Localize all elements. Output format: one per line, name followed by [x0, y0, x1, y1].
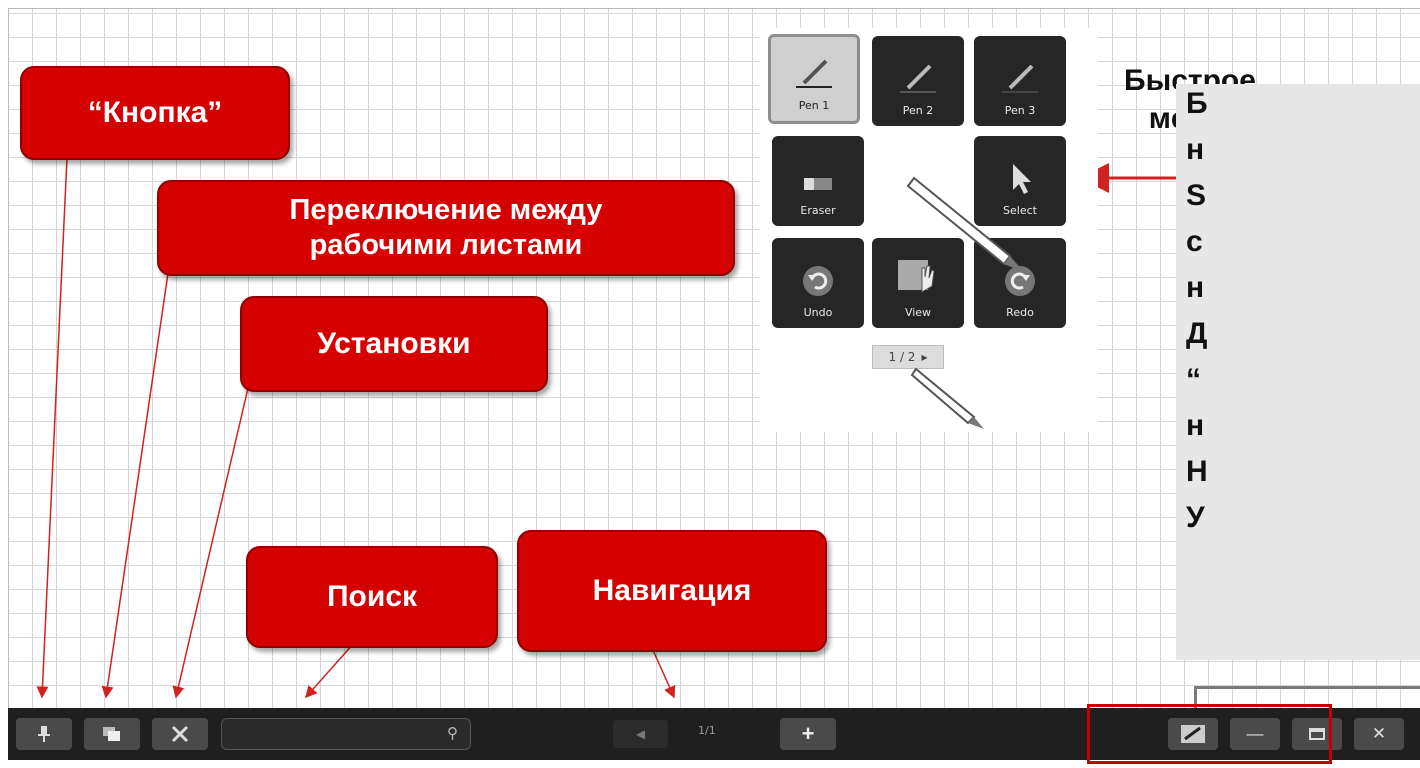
- callout-settings: Установки: [240, 296, 548, 392]
- eraser-icon: [804, 178, 832, 190]
- description-line: У: [1186, 501, 1205, 534]
- prev-page-button[interactable]: ◀: [613, 720, 668, 748]
- callout-navigation: Навигация: [517, 530, 827, 652]
- description-line: Н: [1186, 455, 1208, 488]
- pin-icon: [38, 726, 50, 742]
- callout-button-text: “Кнопка”: [87, 95, 223, 129]
- leader-settings: [172, 387, 249, 699]
- redo-label: Redo: [1006, 306, 1034, 319]
- callout-switch-line2: рабочими листами: [309, 229, 583, 261]
- callout-navigation-text: Навигация: [592, 573, 752, 607]
- pen1-label: Pen 1: [798, 99, 830, 112]
- view-label: View: [904, 306, 932, 319]
- tools-icon: [171, 725, 189, 743]
- stylus-small-icon: [910, 367, 984, 429]
- callout-search-text: Поиск: [326, 579, 418, 613]
- pen1-button[interactable]: Pen 1: [768, 34, 860, 124]
- quick-menu-panel: Pen 1 Pen 2 Pen 3 Eraser Select Undo Vie…: [760, 28, 1098, 432]
- callout-button: “Кнопка”: [20, 66, 290, 160]
- leader-search: [305, 642, 355, 699]
- undo-label: Undo: [803, 306, 833, 319]
- pen2-button[interactable]: Pen 2: [872, 36, 964, 126]
- pen3-label: Pen 3: [1004, 104, 1036, 117]
- page-indicator: 1/1: [698, 724, 716, 737]
- callout-settings-text: Установки: [317, 326, 471, 360]
- description-line: н: [1186, 409, 1205, 442]
- description-line: Д: [1186, 317, 1208, 350]
- pen1-icon: [796, 59, 832, 88]
- description-line: н: [1186, 271, 1205, 304]
- search-input[interactable]: ⚲: [221, 718, 471, 750]
- search-icon[interactable]: ⚲: [447, 724, 458, 742]
- leader-switch: [101, 245, 173, 699]
- window-controls-highlight: [1087, 704, 1332, 764]
- close-icon: ✕: [1371, 724, 1387, 743]
- pager-text: 1 / 2: [888, 350, 916, 364]
- pen3-button[interactable]: Pen 3: [974, 36, 1066, 126]
- pen3-icon: [1002, 64, 1038, 93]
- undo-button[interactable]: Undo: [772, 238, 864, 328]
- leader-button: [36, 135, 69, 699]
- pager-next-icon[interactable]: ▸: [921, 350, 927, 364]
- plus-icon: +: [801, 721, 815, 746]
- settings-button[interactable]: [152, 718, 208, 750]
- leader-navigation: [651, 647, 676, 699]
- callout-sheet-switch: Переключение между рабочими листами: [157, 180, 735, 276]
- add-page-button[interactable]: +: [780, 718, 836, 750]
- sheets-icon: [103, 727, 120, 741]
- pin-button[interactable]: [16, 718, 72, 750]
- prev-arrow-icon: ◀: [635, 727, 646, 741]
- description-line: с: [1186, 225, 1203, 258]
- close-button[interactable]: ✕: [1354, 718, 1404, 750]
- description-line: S: [1186, 179, 1207, 212]
- pen2-icon: [900, 64, 936, 93]
- description-panel: Б н S с н Д “ н Н У: [1176, 84, 1420, 660]
- undo-icon: [803, 266, 833, 296]
- description-line: н: [1186, 133, 1205, 166]
- description-line: “: [1186, 363, 1201, 396]
- stylus-icon: [906, 176, 1024, 272]
- description-line: Б: [1186, 87, 1208, 120]
- callout-switch-line1: Переключение между: [289, 193, 603, 226]
- sheet-switch-button[interactable]: [84, 718, 140, 750]
- eraser-button[interactable]: Eraser: [772, 136, 864, 226]
- callout-search: Поиск: [246, 546, 498, 648]
- eraser-label: Eraser: [800, 204, 836, 217]
- pen2-label: Pen 2: [902, 104, 934, 117]
